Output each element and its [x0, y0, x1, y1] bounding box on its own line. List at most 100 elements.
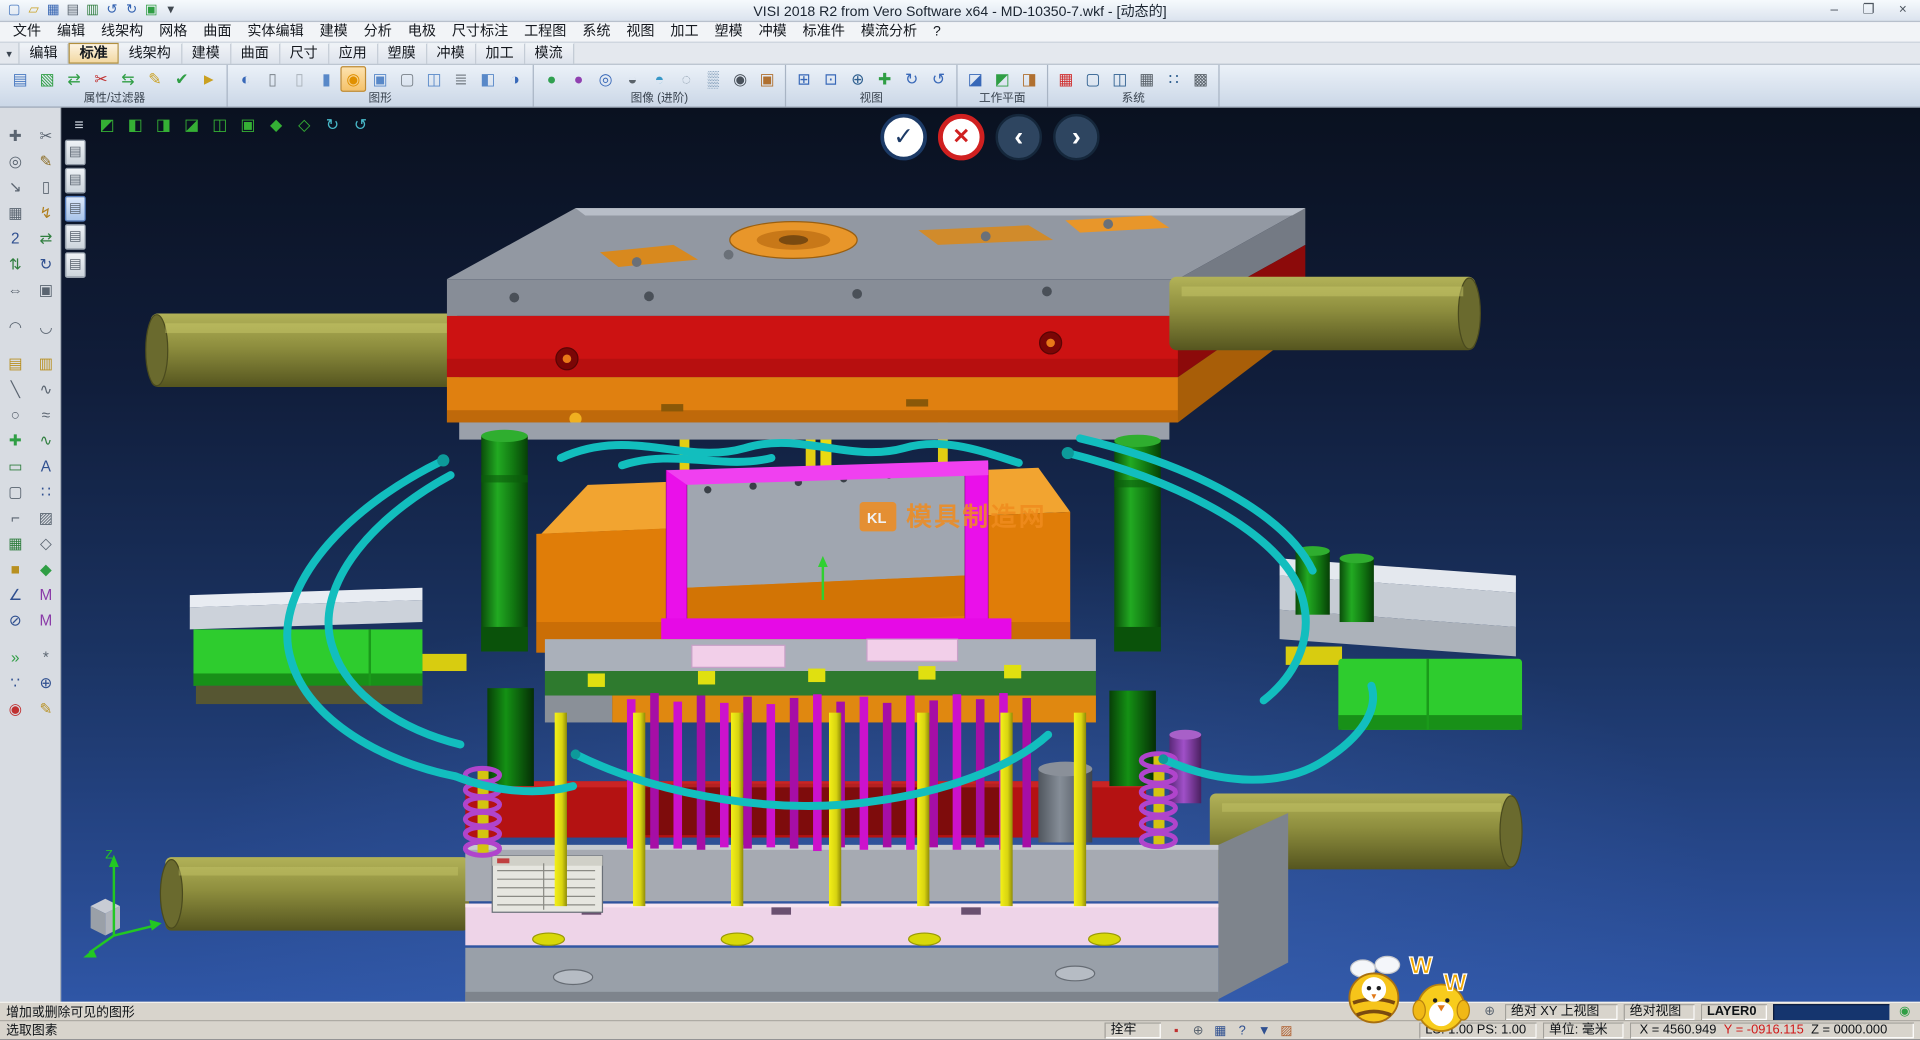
- die-label-plate[interactable]: [492, 856, 602, 912]
- open-file-icon[interactable]: ▱: [24, 1, 42, 19]
- array-tool-icon[interactable]: ▣: [31, 278, 62, 304]
- help-status-icon[interactable]: ?: [1233, 1022, 1251, 1039]
- material-icon[interactable]: ●: [566, 66, 592, 92]
- rectangle-tool-icon[interactable]: ▭: [0, 454, 31, 480]
- menu-item-视图[interactable]: 视图: [618, 22, 662, 42]
- render-quality-icon[interactable]: ●: [539, 66, 565, 92]
- view-mode-field[interactable]: 绝对 XY 上视图: [1505, 1003, 1618, 1019]
- dual-screen-icon[interactable]: ◫: [1107, 66, 1133, 92]
- wave-tool-icon[interactable]: ≈: [31, 403, 62, 429]
- arc-tool-icon[interactable]: ◠: [0, 315, 31, 341]
- record-status-icon[interactable]: ▪: [1167, 1022, 1185, 1039]
- points-tool-icon[interactable]: ∷: [31, 480, 62, 506]
- wireframe-mode-icon[interactable]: ▯: [260, 66, 286, 92]
- confirm-button[interactable]: ✓: [880, 114, 927, 161]
- ghost-display-icon[interactable]: ▢: [394, 66, 420, 92]
- menu-item-冲模[interactable]: 冲模: [751, 22, 795, 42]
- color-dots-icon[interactable]: ◉: [0, 697, 31, 723]
- tie-bar-right[interactable]: [1169, 277, 1480, 350]
- previous-view-icon[interactable]: ↺: [926, 66, 952, 92]
- dock-tab-1-icon[interactable]: ▤: [65, 140, 86, 166]
- face-tool-icon[interactable]: ▥: [31, 351, 62, 377]
- copy-attributes-icon[interactable]: ⇆: [115, 66, 141, 92]
- calculator-icon[interactable]: ▦: [1134, 66, 1160, 92]
- menu-item-系统[interactable]: 系统: [574, 22, 618, 42]
- snap-point-icon[interactable]: ◎: [0, 149, 31, 175]
- save-file-icon[interactable]: ▦: [44, 1, 62, 19]
- hidden-line-icon[interactable]: ▯: [287, 66, 313, 92]
- background-icon[interactable]: ▒: [700, 66, 726, 92]
- workplane-xy-icon[interactable]: ◪: [962, 66, 988, 92]
- preferences-icon[interactable]: ▩: [1188, 66, 1214, 92]
- cut-filter-icon[interactable]: ✂: [88, 66, 114, 92]
- menu-item-电极[interactable]: 电极: [400, 22, 444, 42]
- break-tool-icon[interactable]: ↯: [31, 201, 62, 227]
- menu-item-编辑[interactable]: 编辑: [49, 22, 93, 42]
- view-left-icon[interactable]: ◫: [207, 113, 233, 136]
- pencil2-icon[interactable]: ✎: [31, 697, 62, 723]
- workplane-custom-icon[interactable]: ◨: [1016, 66, 1042, 92]
- export-icon[interactable]: »: [0, 645, 31, 671]
- maximize-button[interactable]: ❐: [1851, 0, 1885, 21]
- shadow-icon[interactable]: ◒: [620, 66, 646, 92]
- settings-icon[interactable]: *: [31, 645, 62, 671]
- view-window-icon[interactable]: ▣: [142, 1, 160, 19]
- view-rotate-icon[interactable]: ↻: [320, 113, 346, 136]
- diameter-icon[interactable]: ⊘: [0, 609, 31, 635]
- menu-item-分析[interactable]: 分析: [356, 22, 400, 42]
- shaded-solid-icon[interactable]: ▮: [313, 66, 339, 92]
- minimize-button[interactable]: –: [1817, 0, 1851, 21]
- measure-angle-icon[interactable]: ∠: [0, 583, 31, 609]
- dock-tab-4-icon[interactable]: ▤: [65, 224, 86, 250]
- zoom-window-icon[interactable]: ⊡: [818, 66, 844, 92]
- lighting-icon[interactable]: ◉: [340, 66, 366, 92]
- menu-item-实体编辑[interactable]: 实体编辑: [239, 22, 311, 42]
- system-colors-icon[interactable]: ▦: [1053, 66, 1079, 92]
- dock-tab-2-icon[interactable]: ▤: [65, 168, 86, 194]
- close-button[interactable]: ×: [1886, 0, 1920, 21]
- add-geometry-icon[interactable]: ✚: [0, 429, 31, 455]
- palette-status-icon[interactable]: ▨: [1277, 1022, 1295, 1039]
- curve-tool-icon[interactable]: ∿: [31, 429, 62, 455]
- 3d-viewport[interactable]: KL 模具制造网 Z ≡◩◧◨◪◫▣◆◇↻↺: [61, 108, 1920, 1002]
- zoom-in-out-icon[interactable]: ⊕: [845, 66, 871, 92]
- menu-item-网格[interactable]: 网格: [151, 22, 195, 42]
- magnifier-status-icon[interactable]: ⊕: [1189, 1022, 1207, 1039]
- trim-tool-icon[interactable]: ✂: [31, 124, 62, 150]
- target-icon[interactable]: ⊕: [31, 671, 62, 697]
- menu-item-标准件[interactable]: 标准件: [795, 22, 853, 42]
- new-file-icon[interactable]: ▢: [5, 1, 23, 19]
- tab-冲模[interactable]: 冲模: [427, 43, 476, 64]
- dock-tab-3-icon[interactable]: ▤: [65, 196, 86, 222]
- view-dimetric-icon[interactable]: ◆: [263, 113, 289, 136]
- shading-mode-icon[interactable]: ◐: [233, 66, 259, 92]
- menu-item-加工[interactable]: 加工: [662, 22, 706, 42]
- menu-item-工程图[interactable]: 工程图: [516, 22, 574, 42]
- tab-尺寸[interactable]: 尺寸: [280, 43, 329, 64]
- menu-item-线架构[interactable]: 线架构: [93, 22, 151, 42]
- view-abs-field[interactable]: 绝对视图: [1624, 1003, 1695, 1019]
- grid-tool-icon[interactable]: ▦: [0, 201, 31, 227]
- units-field[interactable]: 单位: 毫米: [1543, 1022, 1624, 1038]
- macro2-icon[interactable]: M: [31, 609, 62, 635]
- tab-模流[interactable]: 模流: [525, 43, 574, 64]
- pick-filter-icon[interactable]: ►: [196, 66, 222, 92]
- left-side-plates[interactable]: [190, 588, 423, 630]
- solid-display-icon[interactable]: ▣: [367, 66, 393, 92]
- drag-tool-icon[interactable]: ↘: [0, 175, 31, 201]
- lock-toggle[interactable]: 拴牢: [1104, 1022, 1160, 1038]
- dashed-rect-icon[interactable]: ▢: [0, 480, 31, 506]
- solid-cube-icon[interactable]: ■: [0, 557, 31, 583]
- texture-icon[interactable]: ◎: [593, 66, 619, 92]
- apply-filter-icon[interactable]: ✔: [169, 66, 195, 92]
- macro-icon[interactable]: M: [31, 583, 62, 609]
- pan-view-icon[interactable]: ✚: [872, 66, 898, 92]
- view-trimetric-icon[interactable]: ◇: [291, 113, 317, 136]
- tab-应用[interactable]: 应用: [329, 43, 378, 64]
- rotate-tool-icon[interactable]: ↻: [31, 252, 62, 278]
- quick-menu-icon[interactable]: ▾: [162, 1, 180, 19]
- workplane-align-icon[interactable]: ◩: [989, 66, 1015, 92]
- offset-tool-icon[interactable]: ⇔: [0, 278, 31, 304]
- tab-塑膜[interactable]: 塑膜: [378, 43, 427, 64]
- view-right-icon[interactable]: ▣: [235, 113, 261, 136]
